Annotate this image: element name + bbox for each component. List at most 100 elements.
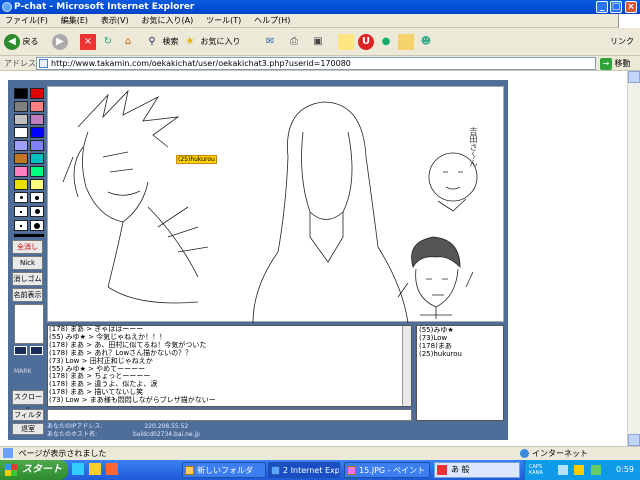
brush-size-5[interactable] (14, 220, 28, 231)
scroll-up-button[interactable] (628, 71, 640, 83)
search-button[interactable]: ⚲ 検索 (144, 32, 178, 52)
exit-button[interactable]: 退室 (12, 423, 44, 435)
people-icon: ☻ (420, 35, 432, 47)
brush-size-3[interactable] (14, 206, 28, 217)
forward-button[interactable]: ▶ (52, 32, 68, 52)
status-bar: ページが表示されました インターネット (0, 446, 640, 460)
task-new-folder[interactable]: 新しいフォルダ (182, 462, 266, 478)
user-entry[interactable]: (178)まあ (419, 342, 503, 350)
menu-view[interactable]: 表示(V) (96, 14, 134, 28)
people-button[interactable]: ☻ (418, 32, 434, 52)
task-label-3: 15.JPG - ペイント (359, 466, 426, 475)
folder-quicklaunch-icon[interactable] (88, 463, 101, 475)
go-button[interactable]: → 移動 (600, 57, 631, 70)
color-swatch[interactable] (14, 140, 28, 151)
ie-quicklaunch-icon[interactable] (72, 463, 84, 475)
color-swatch[interactable] (14, 153, 28, 164)
brush-size-4[interactable] (30, 206, 44, 217)
refresh-button[interactable]: ↻ (100, 32, 116, 52)
bag-button[interactable] (398, 32, 414, 52)
maximize-button[interactable]: □ (610, 1, 622, 13)
messenger-icon: ● (381, 35, 391, 47)
scroll-toggle-button[interactable]: スクロール (12, 390, 44, 414)
chat-scrollbar[interactable] (402, 326, 411, 406)
color-swatch[interactable] (14, 179, 28, 190)
back-button[interactable]: ◀ 戻る (4, 32, 39, 52)
task-internet-explorer[interactable]: 2 Internet Expl... (268, 462, 340, 478)
user-entry[interactable]: (55)みゆ★ (419, 326, 503, 334)
color-swatch[interactable] (30, 101, 44, 112)
filter-input[interactable] (47, 409, 412, 421)
eraser-button[interactable]: 消しゴム (12, 272, 43, 286)
task-label-1: 新しいフォルダ (197, 466, 253, 475)
brush-size-2[interactable] (30, 192, 44, 203)
mail-icon-2[interactable] (29, 346, 43, 355)
stop-icon: × (80, 33, 96, 50)
color-swatch[interactable] (30, 179, 44, 190)
color-swatch[interactable] (30, 166, 44, 177)
window-title-bar: P-chat - Microsoft Internet Explorer _ □… (0, 0, 640, 14)
zone-indicator: インターネット (520, 447, 588, 460)
mail-icon-1[interactable] (14, 346, 27, 355)
menu-help[interactable]: ヘルプ(H) (249, 14, 295, 28)
scroll-down-button[interactable] (628, 434, 640, 446)
chat-log: (178) まあ > ぎゃははーーー (55) みゆ★ > 今気じゃねえか！！！(… (47, 325, 412, 407)
filter-button[interactable]: フィルタ (12, 409, 44, 421)
print-button[interactable]: ⎙ (286, 32, 302, 52)
favorites-button[interactable]: ★ お気に入り (182, 32, 241, 52)
tray-app-icon[interactable] (590, 464, 601, 475)
opacity-slider[interactable] (14, 304, 44, 344)
color-swatch[interactable] (30, 114, 44, 125)
page-loaded-icon (3, 448, 13, 458)
volume-icon[interactable] (574, 464, 585, 475)
stop-button[interactable]: × (80, 32, 96, 52)
color-swatch[interactable] (30, 127, 44, 138)
color-swatch[interactable] (14, 127, 28, 138)
start-button[interactable]: スタート (0, 460, 68, 480)
links-label[interactable]: リンク (610, 32, 634, 52)
menu-edit[interactable]: 編集(E) (56, 14, 93, 28)
clock[interactable]: 0:59 (616, 460, 634, 480)
nick-button[interactable]: Nick (12, 256, 43, 270)
home-button[interactable]: ⌂ (120, 32, 136, 52)
edit-button[interactable]: ▣ (310, 32, 326, 52)
u-addon-button[interactable]: U (358, 32, 374, 52)
brush-size-6[interactable] (30, 220, 44, 231)
go-arrow-icon: → (600, 57, 612, 70)
color-swatch[interactable] (30, 88, 44, 99)
menu-favorites[interactable]: お気に入り(A) (136, 14, 198, 28)
color-swatch[interactable] (14, 88, 28, 99)
minimize-button[interactable]: _ (596, 1, 608, 13)
clear-all-button[interactable]: 全消し (12, 240, 43, 254)
menu-tools[interactable]: ツール(T) (201, 14, 246, 28)
mail-button[interactable]: ✉ (262, 32, 278, 52)
status-text: ページが表示されました (18, 449, 107, 458)
color-swatch[interactable] (14, 101, 28, 112)
address-input[interactable]: http://www.takamin.com/oekakichat/user/o… (36, 57, 596, 70)
network-icon[interactable] (557, 464, 568, 475)
color-swatch[interactable] (30, 140, 44, 151)
paint-icon (347, 466, 356, 475)
drawing-canvas[interactable]: (25)hukurou 吉田さ〜ん (47, 86, 504, 323)
line-width-bar[interactable] (14, 234, 44, 237)
page-scrollbar[interactable] (627, 71, 640, 446)
note-button[interactable] (338, 32, 354, 52)
window-title: P-chat - Microsoft Internet Explorer (14, 2, 195, 12)
user-entry[interactable]: (73)Low (419, 334, 503, 342)
user-entry[interactable]: (25)hukurou (419, 350, 503, 358)
messenger-button[interactable]: ● (378, 32, 394, 52)
color-swatch[interactable] (14, 114, 28, 125)
forward-arrow-icon: ▶ (52, 33, 68, 50)
brush-size-1[interactable] (14, 192, 28, 203)
media-quicklaunch-icon[interactable] (105, 463, 118, 475)
favorites-star-icon: ★ (185, 35, 195, 47)
print-icon: ⎙ (290, 35, 298, 47)
menu-file[interactable]: ファイル(F) (0, 14, 53, 28)
ime-bar[interactable]: あ 般 (434, 462, 520, 478)
show-name-button[interactable]: 名前表示 (12, 288, 43, 302)
close-button[interactable]: × (625, 1, 637, 13)
back-label: 戻る (22, 37, 39, 46)
task-paint[interactable]: 15.JPG - ペイント (344, 462, 430, 478)
color-swatch[interactable] (30, 153, 44, 164)
color-swatch[interactable] (14, 166, 28, 177)
